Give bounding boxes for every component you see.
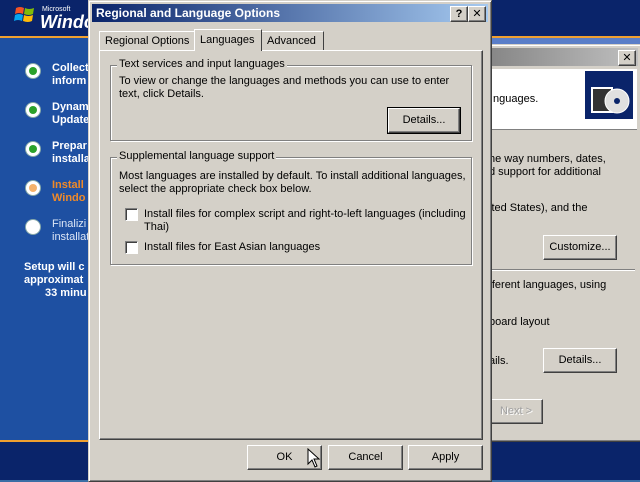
customize-button[interactable]: Customize...: [543, 235, 617, 260]
cd-box-icon: [585, 71, 633, 119]
complex-script-label[interactable]: Thai): [144, 221, 169, 233]
logo-windows-text: Windo: [40, 12, 95, 32]
step-done-icon: [26, 64, 40, 78]
wizard-text-line: d support for additional: [489, 166, 601, 178]
languages-tab-panel: Text services and input languages To vie…: [99, 50, 483, 440]
details-button[interactable]: Details...: [387, 107, 461, 134]
wizard-text-line: fferent languages, using: [489, 279, 607, 291]
step-line: Install: [52, 179, 84, 191]
wizard-header-text: nguages.: [493, 93, 539, 105]
dialog-titlebar: Regional and Language Options ? ✕: [92, 4, 488, 22]
windows-flag-icon: [14, 7, 34, 22]
regional-language-options-dialog: Regional and Language Options ? ✕ Region…: [88, 0, 492, 482]
tab-regional-options[interactable]: Regional Options: [99, 31, 195, 50]
supplemental-title: Supplemental language support: [117, 150, 277, 162]
step-line: Update: [52, 114, 90, 126]
cancel-button[interactable]: Cancel: [328, 445, 403, 470]
step-current-icon: [26, 181, 40, 195]
close-button[interactable]: ✕: [468, 6, 486, 22]
wizard-text-line: board layout: [489, 316, 550, 328]
tab-advanced[interactable]: Advanced: [261, 31, 324, 50]
step-line: Finalizi: [52, 218, 87, 230]
step-line: installa: [52, 153, 90, 165]
text-services-group: Text services and input languages To vie…: [110, 58, 472, 141]
east-asian-label[interactable]: Install files for East Asian languages: [144, 241, 320, 253]
next-button[interactable]: Next >: [489, 399, 543, 424]
tab-languages[interactable]: Languages: [194, 29, 262, 51]
step-done-icon: [26, 142, 40, 156]
text-services-description: text, click Details.: [119, 88, 204, 100]
step-pending-icon: [26, 220, 40, 234]
wizard-close-button[interactable]: ✕: [618, 50, 636, 66]
step-line: installat: [52, 231, 90, 243]
wizard-titlebar: ✕: [474, 48, 638, 66]
complex-script-checkbox[interactable]: [125, 208, 138, 221]
supplemental-language-group: Supplemental language support Most langu…: [110, 150, 472, 265]
supplemental-description: Most languages are installed by default.…: [119, 170, 466, 182]
wizard-text-line: he way numbers, dates,: [489, 153, 606, 165]
text-services-description: To view or change the languages and meth…: [119, 75, 450, 87]
step-done-icon: [26, 103, 40, 117]
step-line: Dynam: [52, 101, 89, 113]
text-services-title: Text services and input languages: [117, 58, 287, 70]
wizard-separator: [481, 269, 635, 271]
step-line: inform: [52, 75, 87, 87]
dialog-title: Regional and Language Options: [96, 6, 281, 20]
wizard-details-button[interactable]: Details...: [543, 348, 617, 373]
step-line: Collect: [52, 62, 89, 74]
supplemental-description: select the appropriate check box below.: [119, 183, 312, 195]
apply-button[interactable]: Apply: [408, 445, 483, 470]
step-line: Prepar: [52, 140, 87, 152]
regional-settings-wizard: ✕ nguages. he way numbers, dates, d supp…: [470, 44, 640, 442]
complex-script-label[interactable]: Install files for complex script and rig…: [144, 208, 466, 220]
step-line: Windo: [52, 192, 86, 204]
east-asian-checkbox[interactable]: [125, 241, 138, 254]
help-button[interactable]: ?: [450, 6, 468, 22]
wizard-text-line: ited States), and the: [489, 202, 588, 214]
mouse-pointer-icon: [307, 448, 321, 468]
